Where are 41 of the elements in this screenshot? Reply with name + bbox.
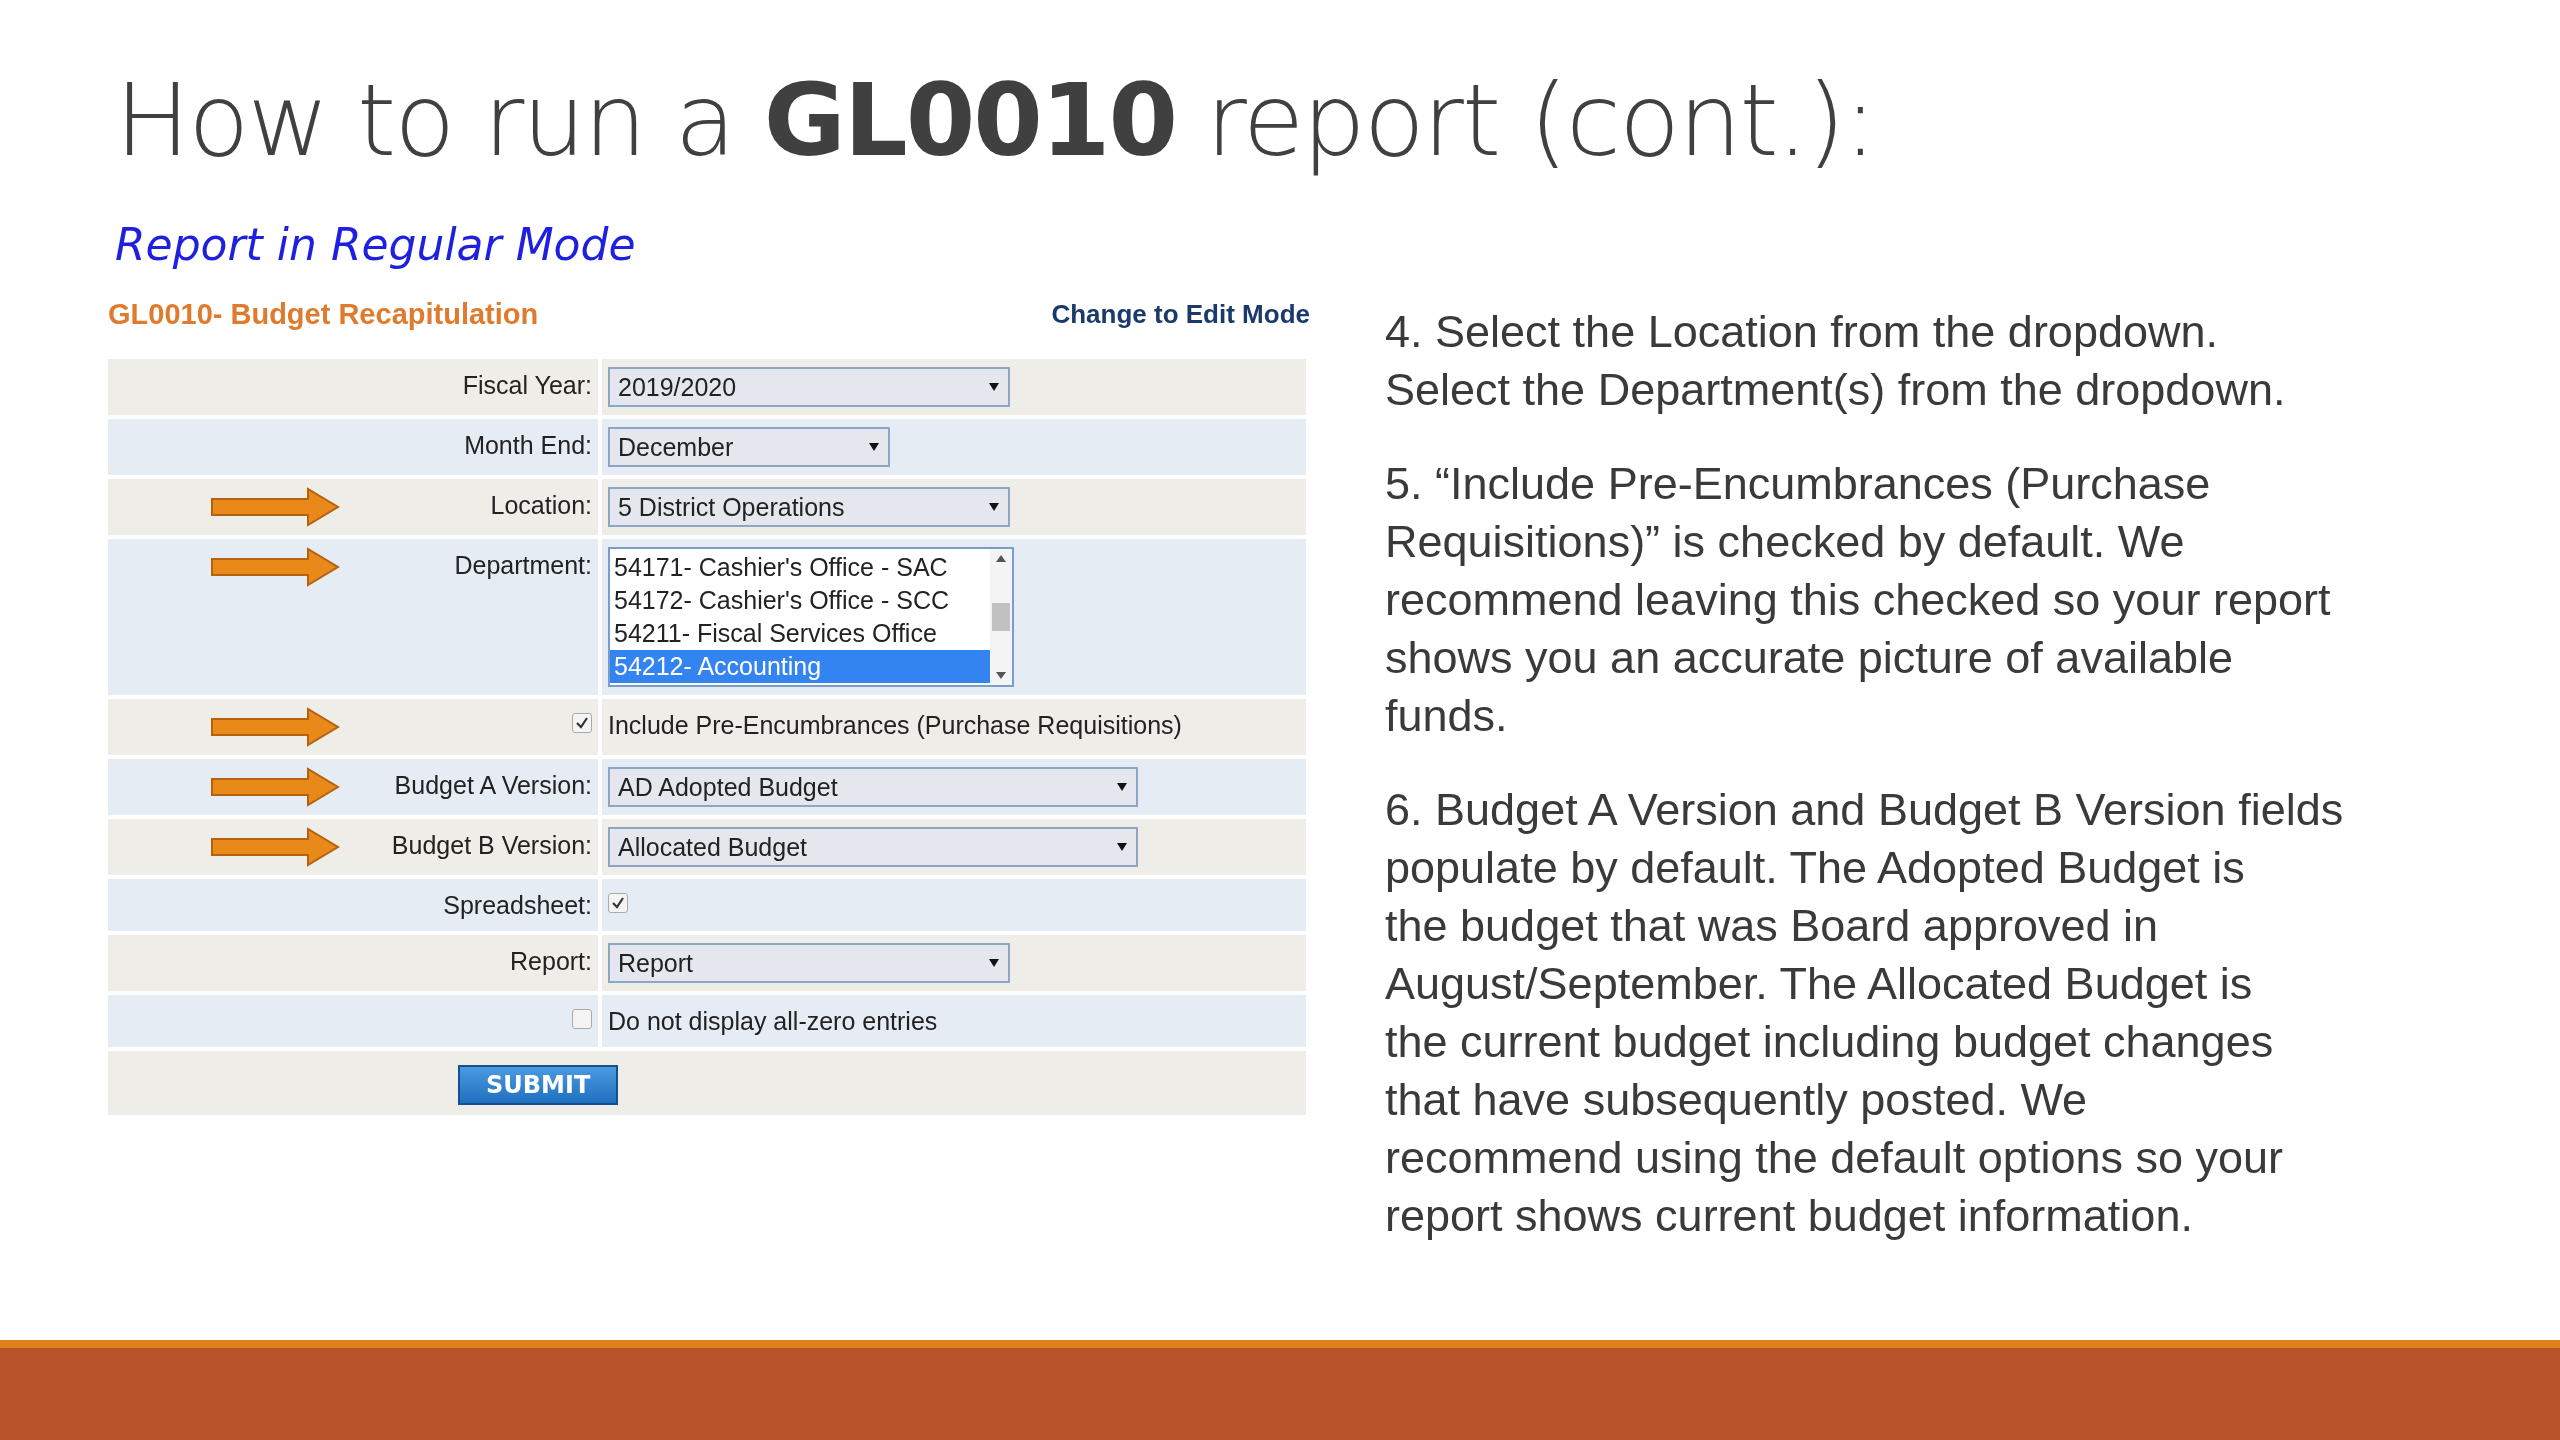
dropdown[interactable]: AD Adopted Budget xyxy=(608,767,1138,807)
list-option[interactable]: 54212- Accounting xyxy=(610,650,990,683)
dropdown[interactable]: December xyxy=(608,427,890,467)
scroll-up-icon[interactable] xyxy=(996,555,1006,562)
scroll-down-icon[interactable] xyxy=(996,672,1006,679)
dropdown[interactable]: Allocated Budget xyxy=(608,827,1138,867)
list-option[interactable]: 54211- Fiscal Services Office xyxy=(610,617,990,650)
dropdown-caret-icon xyxy=(988,502,1000,512)
form-heading: GL0010- Budget Recapitulation xyxy=(108,298,539,331)
field-label: Fiscal Year: xyxy=(462,371,592,400)
slide-title: How to run a GL0010 report (cont.): xyxy=(115,62,1877,179)
field-label: Budget A Version: xyxy=(394,771,592,800)
list-option[interactable]: 54171- Cashier's Office - SAC xyxy=(610,551,990,584)
option-label: Include Pre-Encumbrances (Purchase Requisitions) xyxy=(608,711,1182,740)
subtitle: Report in Regular Mode xyxy=(115,219,636,270)
field-label: Spreadsheet: xyxy=(443,891,592,920)
dropdown[interactable]: 2019/2020 xyxy=(608,367,1010,407)
edit-mode-link[interactable]: Change to Edit Mode xyxy=(1051,299,1310,330)
field-label: Budget B Version: xyxy=(391,831,592,860)
instruction-paragraph: 5. “Include Pre-Encumbrances (Purchase Requisitions)” is checked by default. We recommend leaving this checked so your report shows you an accurate picture of available funds. xyxy=(1385,457,2332,743)
field-label: Report: xyxy=(510,947,592,976)
option-label: Do not display all-zero entries xyxy=(608,1007,938,1036)
dropdown-caret-icon xyxy=(1116,782,1128,792)
dropdown-caret-icon xyxy=(1116,842,1128,852)
checkbox[interactable] xyxy=(572,713,592,733)
dropdown-caret-icon xyxy=(988,958,1000,968)
field-label: Department: xyxy=(454,551,592,580)
submit-button[interactable]: SUBMIT xyxy=(458,1065,619,1105)
instruction-paragraph: 6. Budget A Version and Budget B Version fields populate by default. The Adopted Budget is the budget that was Board approved in August/September. The Allocated Budget is the current budget including budget changes that have subsequently posted. We recommend using the default options so your report shows current budget information. xyxy=(1385,783,2345,1243)
dropdown-caret-icon xyxy=(868,442,880,452)
checkbox[interactable] xyxy=(608,893,628,913)
scroll-thumb[interactable] xyxy=(992,603,1010,631)
checkbox[interactable] xyxy=(572,1009,592,1029)
field-label: Location: xyxy=(490,491,592,520)
list-option[interactable]: 54172- Cashier's Office - SCC xyxy=(610,584,990,617)
field-label: Month End: xyxy=(464,431,592,460)
instruction-paragraph: 4. Select the Location from the dropdown. Select the Department(s) from the dropdown. xyxy=(1385,305,2287,417)
dropdown-caret-icon xyxy=(988,382,1000,392)
scrollbar[interactable] xyxy=(990,549,1012,685)
dropdown[interactable]: 5 District Operations xyxy=(608,487,1010,527)
dropdown[interactable]: Report xyxy=(608,943,1010,983)
